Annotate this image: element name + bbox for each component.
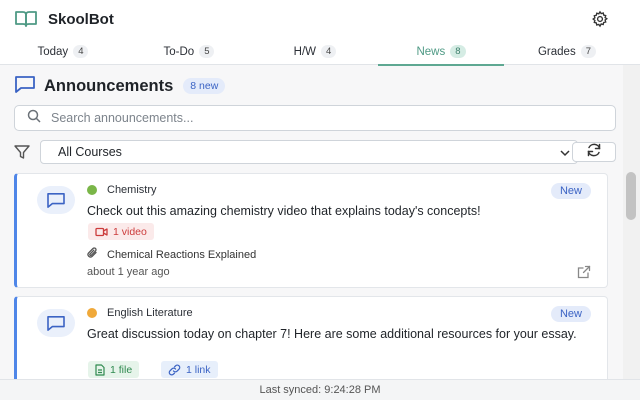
scrollbar-thumb[interactable] <box>626 172 636 220</box>
tab-today[interactable]: Today 4 <box>0 38 126 65</box>
course-filter-select[interactable]: All Courses <box>40 140 578 164</box>
course-label: English Literature <box>87 307 193 319</box>
tab-count: 4 <box>73 45 89 58</box>
new-badge: New <box>550 306 591 322</box>
video-icon <box>95 227 108 237</box>
external-link-icon[interactable] <box>577 265 591 279</box>
tab-bar: Today 4 To-Do 5 H/W 4 News 8 Grades 7 <box>0 38 640 66</box>
scrollbar-track[interactable] <box>623 65 640 379</box>
page-title: Announcements <box>44 76 174 95</box>
announcement-card[interactable]: Chemistry New Check out this amazing che… <box>14 173 608 288</box>
tab-news[interactable]: News 8 <box>378 38 504 66</box>
link-icon <box>168 364 181 376</box>
app-header: SkoolBot <box>0 0 640 38</box>
tab-count: 5 <box>199 45 215 58</box>
gear-icon[interactable] <box>590 9 610 29</box>
tab-count: 4 <box>321 45 337 58</box>
tab-grades[interactable]: Grades 7 <box>504 38 630 65</box>
file-icon <box>95 363 105 376</box>
sync-status: Last synced: 9:24:28 PM <box>0 379 640 400</box>
filter-icon <box>14 145 30 159</box>
chevron-down-icon <box>559 147 571 159</box>
message-icon <box>37 309 75 337</box>
message-icon <box>37 186 75 214</box>
announcement-card[interactable]: English Literature New Great discussion … <box>14 296 608 386</box>
search-box <box>14 105 616 131</box>
tab-count: 7 <box>580 45 596 58</box>
announcements-header: Announcements 8 new <box>14 75 226 98</box>
app-title: SkoolBot <box>48 10 114 28</box>
timestamp: about 1 year ago <box>87 266 170 278</box>
new-badge: New <box>550 183 591 199</box>
tab-count: 8 <box>450 45 466 58</box>
course-label: Chemistry <box>87 184 157 196</box>
message-icon <box>14 75 36 98</box>
video-chip[interactable]: 1 video <box>88 223 154 240</box>
tab-todo[interactable]: To-Do 5 <box>126 38 252 65</box>
attachment-link[interactable]: Chemical Reactions Explained <box>87 247 256 262</box>
paperclip-icon <box>87 247 98 262</box>
announcement-message: Great discussion today on chapter 7! Her… <box>87 327 577 341</box>
tab-homework[interactable]: H/W 4 <box>252 38 378 65</box>
course-color-dot <box>87 185 97 195</box>
book-icon <box>14 9 40 29</box>
refresh-icon <box>586 143 602 162</box>
link-chip[interactable]: 1 link <box>161 361 218 378</box>
announcement-message: Check out this amazing chemistry video t… <box>87 204 481 218</box>
search-input[interactable] <box>51 111 591 125</box>
file-chip[interactable]: 1 file <box>88 361 140 378</box>
course-color-dot <box>87 308 97 318</box>
refresh-button[interactable] <box>572 142 616 162</box>
new-count-badge: 8 new <box>183 78 226 94</box>
search-icon <box>27 109 41 128</box>
filter-row: All Courses <box>14 140 616 164</box>
